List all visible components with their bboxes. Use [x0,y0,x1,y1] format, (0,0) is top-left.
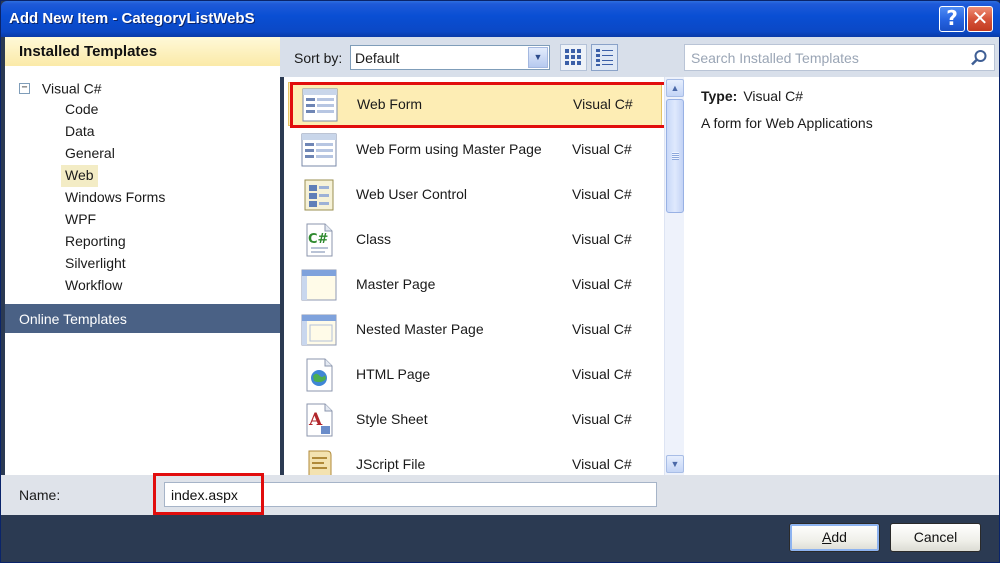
tree-item-web[interactable]: Web [61,165,98,187]
template-item-style-sheet[interactable]: A Style Sheet Visual C# [288,398,662,442]
name-label: Name: [19,487,61,503]
template-language: Visual C# [572,321,632,337]
scroll-down-icon[interactable]: ▼ [666,455,684,473]
svg-text:C#: C# [308,232,329,247]
sort-by-dropdown[interactable]: Default ▼ [350,45,550,70]
online-templates-header[interactable]: Online Templates [5,304,280,333]
template-list-scrollbar[interactable]: ▲ ▼ [664,77,684,475]
html-page-icon [306,358,333,392]
sort-toolbar: Sort by: Default ▼ [280,37,684,77]
template-name: JScript File [356,456,426,472]
template-name: HTML Page [356,366,431,382]
type-label: Type: [701,88,738,104]
template-item-master-page[interactable]: Master Page Visual C# [288,263,662,307]
sort-by-label: Sort by: [294,50,343,66]
template-language: Visual C# [572,366,632,382]
list-view-button[interactable] [591,44,618,71]
template-item-nested-master-page[interactable]: Nested Master Page Visual C# [288,308,662,352]
window-title: Add New Item - CategoryListWebS [9,10,255,27]
tree-node-label: Visual C# [41,80,102,97]
tree-item-wpf[interactable]: WPF [61,209,100,231]
tree-item-silverlight[interactable]: Silverlight [61,253,130,275]
style-sheet-icon: A [306,403,333,437]
search-input[interactable] [691,48,961,68]
template-item-web-user-control[interactable]: Web User Control Visual C# [288,173,662,217]
help-button[interactable]: ? [939,6,965,32]
tree-item-reporting[interactable]: Reporting [61,231,130,253]
search-box[interactable] [684,44,995,71]
type-value: Visual C# [743,88,803,104]
template-language: Visual C# [572,231,632,247]
template-list: Web Form Visual C# Web Form using Master… [284,77,664,475]
template-description: A form for Web Applications [701,115,873,131]
name-row: Name: [1,475,999,515]
cancel-button[interactable]: Cancel [890,523,981,552]
tree-item-code[interactable]: Code [61,99,102,121]
grip-icon [672,152,679,160]
scroll-thumb[interactable] [666,99,684,213]
close-button[interactable]: ✕ [967,6,993,32]
add-new-item-dialog: Add New Item - CategoryListWebS ? ✕ Inst… [0,0,1000,563]
template-categories-panel: Installed Templates − Visual C# Code Dat… [5,37,280,475]
name-highlight-annotation [153,473,264,515]
tree-node-visual-csharp[interactable]: − Visual C# [19,79,102,99]
medium-icons-view-button[interactable] [560,44,587,71]
template-item-html-page[interactable]: HTML Page Visual C# [288,353,662,397]
template-name: Master Page [356,276,436,292]
scroll-up-icon[interactable]: ▲ [666,79,684,97]
master-page-icon [301,269,337,301]
template-language: Visual C# [572,456,632,472]
installed-templates-header[interactable]: Installed Templates [5,37,280,66]
nested-master-page-icon [301,314,337,346]
template-name: Style Sheet [356,411,428,427]
template-name: Nested Master Page [356,321,484,337]
grid-view-icon [565,49,581,65]
search-icon[interactable] [970,49,988,67]
template-item-class[interactable]: C# Class Visual C# [288,218,662,262]
list-view-icon [596,49,613,66]
svg-text:A: A [308,410,323,430]
template-item-web-form-master[interactable]: Web Form using Master Page Visual C# [288,128,662,172]
template-language: Visual C# [572,186,632,202]
add-mnemonic: A [822,529,832,545]
sort-by-value: Default [355,50,400,66]
chevron-down-icon[interactable]: ▼ [528,47,548,68]
tree-item-data[interactable]: Data [61,121,99,143]
tree-item-windows-forms[interactable]: Windows Forms [61,187,169,209]
template-item-jscript-file[interactable]: JScript File Visual C# [288,443,662,475]
web-user-control-icon [304,179,334,211]
template-language: Visual C# [572,141,632,157]
selection-highlight-annotation [290,82,667,128]
add-label: dd [831,529,847,545]
template-language: Visual C# [572,276,632,292]
template-details-panel: Type: Visual C# A form for Web Applicatio… [684,37,999,475]
collapse-icon[interactable]: − [19,82,30,94]
template-name: Class [356,231,392,247]
add-button[interactable]: Add [789,523,880,552]
template-name: Web User Control [356,186,468,202]
title-bar: Add New Item - CategoryListWebS ? ✕ [1,1,1000,37]
template-language: Visual C# [572,411,632,427]
jscript-file-icon [308,450,332,475]
tree-item-general[interactable]: General [61,143,119,165]
csharp-class-icon: C# [306,223,333,257]
tree-item-workflow[interactable]: Workflow [61,275,126,297]
template-name: Web Form using Master Page [356,141,542,157]
web-form-master-icon [301,133,337,167]
template-type: Type: Visual C# [701,88,803,104]
search-strip [684,37,999,77]
